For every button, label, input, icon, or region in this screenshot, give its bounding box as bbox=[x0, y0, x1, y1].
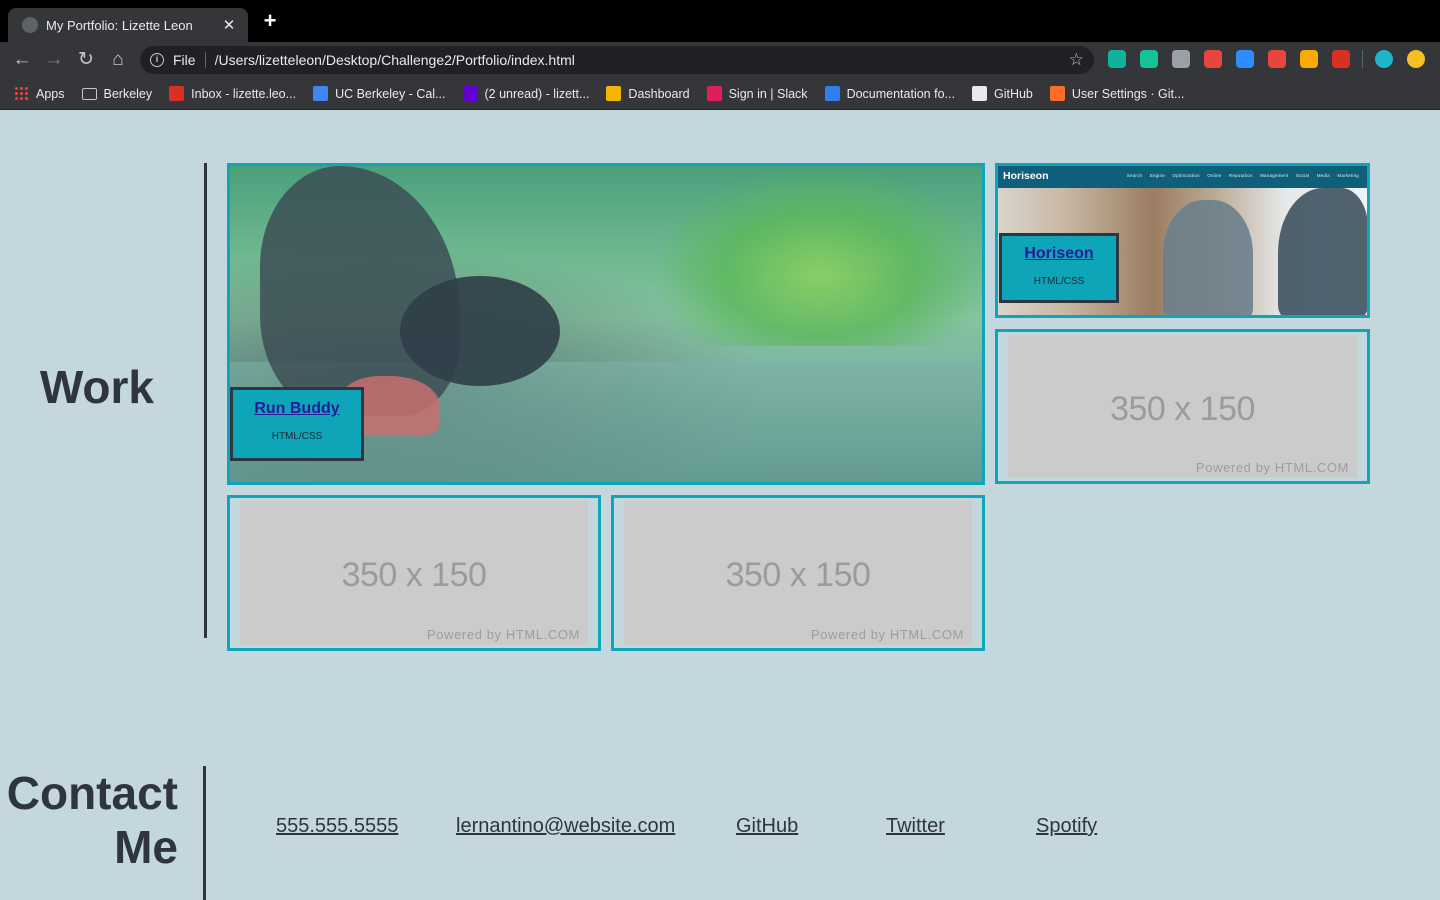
contact-heading: Contact Me bbox=[0, 766, 178, 874]
bookmark-label: (2 unread) - lizett... bbox=[484, 86, 590, 101]
address-bar[interactable]: i File /Users/lizetteleon/Desktop/Challe… bbox=[140, 46, 1094, 74]
run-buddy-label: Run Buddy HTML/CSS bbox=[230, 387, 364, 461]
horiseon-link[interactable]: Horiseon bbox=[1002, 245, 1116, 263]
browser-tab[interactable]: My Portfolio: Lizette Leon ✕ bbox=[8, 8, 248, 42]
horiseon-label: Horiseon HTML/CSS bbox=[999, 233, 1119, 303]
bookmark-label: Apps bbox=[36, 86, 65, 101]
bookmark-item[interactable]: (2 unread) - lizett... bbox=[462, 86, 590, 101]
extension-icon[interactable] bbox=[1172, 50, 1190, 68]
bookmark-label: Inbox - lizette.leo... bbox=[191, 86, 297, 101]
bookmark-item[interactable]: Berkeley bbox=[81, 86, 153, 101]
bookmark-item[interactable]: User Settings · Git... bbox=[1049, 86, 1185, 101]
placeholder-size: 350 x 150 bbox=[1110, 390, 1255, 428]
contact-divider bbox=[203, 766, 206, 900]
horiseon-project-card[interactable]: Horiseon Search Engine Optimization Onli… bbox=[995, 163, 1370, 318]
profile-avatar-icon[interactable] bbox=[1375, 50, 1393, 68]
twitter-link[interactable]: Twitter bbox=[886, 815, 945, 838]
placeholder-size: 350 x 150 bbox=[341, 556, 487, 594]
placeholder-image: 350 x 150 Powered by HTML.COM bbox=[1008, 335, 1357, 478]
bookmark-item[interactable]: Documentation fo... bbox=[824, 86, 955, 101]
bookmark-item[interactable]: Dashboard bbox=[606, 86, 690, 101]
bookmark-label: UC Berkeley - Cal... bbox=[335, 86, 446, 101]
extension-icon[interactable] bbox=[1407, 50, 1425, 68]
dashboard-icon bbox=[606, 86, 622, 101]
globe-icon bbox=[22, 17, 38, 33]
extension-icon[interactable] bbox=[1236, 50, 1254, 68]
bookmarks-bar: Apps Berkeley Inbox - lizette.leo... UC Ber… bbox=[0, 78, 1440, 110]
url-scheme: File bbox=[173, 52, 196, 68]
email-link[interactable]: lernantino@website.com bbox=[456, 815, 675, 838]
toolbar-divider bbox=[1362, 50, 1363, 68]
info-icon[interactable]: i bbox=[150, 53, 164, 67]
bookmark-label: GitHub bbox=[993, 86, 1033, 101]
horiseon-screenshot-header: Horiseon Search Engine Optimization Onli… bbox=[998, 166, 1367, 188]
placeholder-powered: Powered by HTML.COM bbox=[811, 627, 964, 642]
placeholder-powered: Powered by HTML.COM bbox=[427, 627, 580, 642]
home-icon[interactable]: ⌂ bbox=[106, 48, 130, 72]
folder-icon bbox=[81, 87, 97, 100]
tab-title: My Portfolio: Lizette Leon bbox=[46, 17, 193, 33]
placeholder-image: 350 x 150 Powered by HTML.COM bbox=[624, 501, 972, 645]
featured-project-card[interactable]: Run Buddy HTML/CSS bbox=[227, 163, 985, 485]
extension-icon[interactable] bbox=[1332, 50, 1350, 68]
apps-grid-icon bbox=[14, 86, 29, 101]
bookmark-item[interactable]: GitHub bbox=[971, 86, 1033, 101]
close-icon[interactable]: ✕ bbox=[220, 16, 238, 34]
bookmark-item[interactable]: Sign in | Slack bbox=[706, 86, 808, 101]
spotify-link[interactable]: Spotify bbox=[1036, 815, 1097, 838]
image-runner-knee bbox=[400, 276, 560, 386]
back-arrow-icon[interactable]: ← bbox=[10, 48, 34, 72]
extension-icon[interactable] bbox=[1108, 50, 1126, 68]
bookmark-label: Documentation fo... bbox=[846, 86, 955, 101]
work-heading: Work bbox=[39, 361, 154, 413]
bookmark-item[interactable]: Inbox - lizette.leo... bbox=[169, 86, 296, 101]
image-person-right bbox=[1278, 188, 1367, 315]
horiseon-nav: Search Engine Optimization Online Reputa… bbox=[1126, 173, 1359, 178]
bookmark-label: User Settings · Git... bbox=[1071, 86, 1185, 101]
reload-icon[interactable]: ↻ bbox=[74, 48, 98, 72]
horiseon-brand: Horiseon bbox=[1003, 170, 1049, 182]
vscode-icon bbox=[824, 86, 840, 101]
gmail-icon bbox=[169, 86, 185, 101]
url-text[interactable]: /Users/lizetteleon/Desktop/Challenge2/Po… bbox=[215, 52, 1069, 68]
project-placeholder-card[interactable]: 350 x 150 Powered by HTML.COM bbox=[611, 495, 985, 651]
project-placeholder-card[interactable]: 350 x 150 Powered by HTML.COM bbox=[995, 329, 1370, 484]
extension-icon[interactable] bbox=[1140, 50, 1158, 68]
extensions-bar bbox=[1108, 50, 1439, 68]
slack-icon bbox=[706, 86, 722, 101]
bookmark-label: Dashboard bbox=[628, 86, 690, 101]
calendar-icon bbox=[313, 86, 329, 101]
placeholder-powered: Powered by HTML.COM bbox=[1196, 460, 1349, 475]
image-trees bbox=[650, 166, 982, 346]
browser-tab-bar: My Portfolio: Lizette Leon ✕ + bbox=[0, 0, 1440, 42]
image-person-left bbox=[1163, 200, 1253, 315]
run-buddy-link[interactable]: Run Buddy bbox=[233, 400, 361, 418]
contact-heading-line2: Me bbox=[114, 821, 178, 873]
yahoo-mail-icon bbox=[462, 86, 478, 101]
run-buddy-tech: HTML/CSS bbox=[271, 431, 323, 442]
github-link[interactable]: GitHub bbox=[736, 815, 798, 838]
placeholder-size: 350 x 150 bbox=[725, 556, 871, 594]
github-icon bbox=[971, 86, 987, 101]
extension-icon[interactable] bbox=[1268, 50, 1286, 68]
work-divider bbox=[204, 163, 207, 638]
bookmark-label: Sign in | Slack bbox=[728, 86, 808, 101]
new-tab-button[interactable]: + bbox=[259, 10, 281, 32]
phone-link[interactable]: 555.555.5555 bbox=[276, 815, 398, 838]
bookmark-item[interactable]: UC Berkeley - Cal... bbox=[313, 86, 446, 101]
browser-toolbar: ← → ↻ ⌂ i File /Users/lizetteleon/Deskto… bbox=[0, 42, 1440, 78]
project-placeholder-card[interactable]: 350 x 150 Powered by HTML.COM bbox=[227, 495, 601, 651]
bookmark-item[interactable]: Apps bbox=[14, 86, 65, 101]
forward-arrow-icon[interactable]: → bbox=[42, 48, 66, 72]
gitlab-icon bbox=[1049, 86, 1065, 101]
horiseon-tech: HTML/CSS bbox=[1033, 276, 1085, 287]
contact-heading-line1: Contact bbox=[6, 767, 178, 819]
extension-icon[interactable] bbox=[1204, 50, 1222, 68]
bookmark-label: Berkeley bbox=[103, 86, 153, 101]
bookmark-star-icon[interactable]: ☆ bbox=[1069, 50, 1084, 70]
extension-icon[interactable] bbox=[1300, 50, 1318, 68]
placeholder-image: 350 x 150 Powered by HTML.COM bbox=[240, 501, 588, 645]
omnibox-divider bbox=[204, 52, 206, 68]
